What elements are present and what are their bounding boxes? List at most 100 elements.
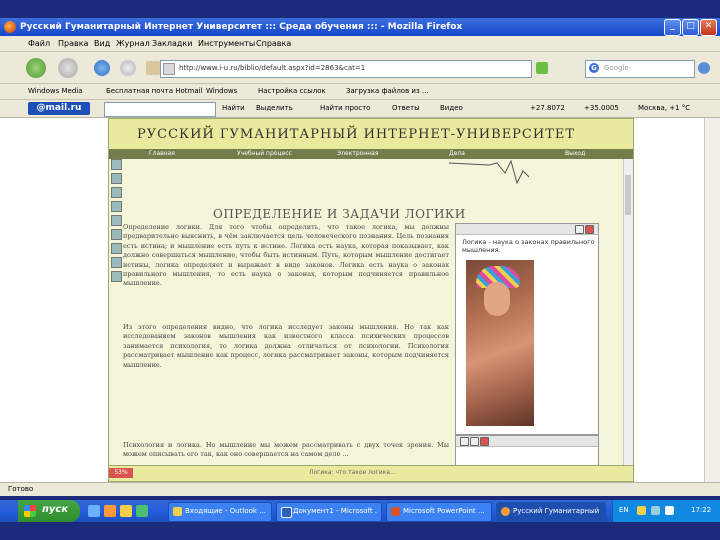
taskbar-button-outlook[interactable]: Входящие - Outlook ... (168, 502, 272, 522)
back-arrow-icon[interactable] (26, 58, 46, 78)
speaker-icon[interactable] (665, 506, 674, 515)
face-shape (484, 282, 510, 316)
mailru-toolbar-item[interactable]: Видео (440, 104, 463, 112)
note-panel-toolbar (456, 436, 598, 447)
menu-bookmarks[interactable]: Закладки (152, 39, 192, 48)
close-icon[interactable] (480, 437, 489, 446)
word-icon (281, 507, 292, 518)
menu-help[interactable]: Справка (256, 39, 291, 48)
search-input[interactable]: G Google (585, 60, 695, 78)
page-scrollbar[interactable] (623, 159, 633, 465)
tool-icon[interactable] (111, 215, 122, 226)
google-icon: G (589, 63, 599, 73)
tool-icon[interactable] (111, 271, 122, 282)
taskbar-button-word[interactable]: Документ1 - Microsoft ... (276, 502, 382, 522)
window-title-bar[interactable]: Русский Гуманитарный Интернет Университе… (0, 18, 720, 36)
browser-scrollbar[interactable] (704, 118, 720, 482)
tool-icon[interactable] (111, 173, 122, 184)
menu-file[interactable]: Файл (28, 39, 50, 48)
university-header: РУССКИЙ ГУМАНИТАРНЫЙ ИНТЕРНЕТ-УНИВЕРСИТЕ… (109, 119, 633, 149)
note-panel (455, 435, 599, 467)
scroll-thumb[interactable] (625, 175, 631, 215)
close-icon[interactable] (585, 225, 594, 234)
menu-view[interactable]: Вид (94, 39, 110, 48)
home-icon[interactable] (146, 61, 160, 75)
menu-edit[interactable]: Правка (58, 39, 88, 48)
address-url: http://www.i-u.ru/biblio/default.aspx?id… (179, 64, 366, 72)
document-title: ОПРЕДЕЛЕНИЕ И ЗАДАЧИ ЛОГИКИ (213, 207, 466, 221)
tray-icon[interactable] (651, 506, 660, 515)
system-tray: EN 17:22 (612, 500, 720, 522)
mailru-logo[interactable]: @mail.ru (28, 102, 90, 115)
bookmark-item[interactable]: Настройка ссылок (258, 87, 326, 95)
bookmark-item[interactable]: Бесплатная почта Hotmail (106, 87, 203, 95)
site-nav-link[interactable]: Главная (149, 150, 175, 157)
mailru-toolbar-item[interactable]: +35.0005 (584, 104, 619, 112)
mailru-toolbar-item[interactable]: +27.8072 (530, 104, 565, 112)
tool-icon[interactable] (111, 257, 122, 268)
quicklaunch-desktop-icon[interactable] (88, 505, 100, 517)
minimize-button[interactable]: _ (664, 19, 681, 36)
text-paragraph: Из этого определения видно, что логика и… (123, 323, 449, 369)
edit-icon[interactable] (460, 437, 469, 446)
note-panel-toolbar (456, 224, 598, 235)
language-indicator[interactable]: EN (619, 506, 629, 514)
mailru-toolbar-item[interactable]: Ответы (392, 104, 420, 112)
menu-tools[interactable]: Инструменты (198, 39, 255, 48)
mailru-toolbar: @mail.ru Найти Выделить Найти просто Отв… (0, 100, 720, 118)
mailru-toolbar-item[interactable]: Выделить (256, 104, 293, 112)
taskbar: пуск Входящие - Outlook ... Документ1 - … (0, 500, 720, 522)
status-bar: Готово (0, 482, 720, 496)
site-nav-link[interactable]: Электронная (337, 150, 378, 157)
mailru-toolbar-item[interactable]: Найти просто (320, 104, 370, 112)
address-bar[interactable]: http://www.i-u.ru/biblio/default.aspx?id… (160, 60, 532, 78)
status-text: Готово (8, 485, 34, 493)
settings-icon[interactable] (470, 437, 479, 446)
mailru-search-input[interactable] (104, 102, 216, 117)
bookmark-item[interactable]: Загрузка файлов из ... (346, 87, 429, 95)
go-arrow-icon[interactable] (536, 62, 548, 74)
tool-icon[interactable] (111, 243, 122, 254)
page-favicon-icon (163, 63, 175, 75)
quicklaunch-outlook-icon[interactable] (120, 505, 132, 517)
window-title: Русский Гуманитарный Интернет Университе… (20, 22, 463, 32)
tool-icon[interactable] (111, 159, 122, 170)
site-nav-link[interactable]: Учебный процесс (237, 150, 292, 157)
bookmark-item[interactable]: Windows Media (28, 87, 83, 95)
reload-icon[interactable] (94, 60, 110, 76)
mailru-find-button[interactable]: Найти (222, 104, 245, 112)
taskbar-button-powerpoint[interactable]: Microsoft PowerPoint ... (386, 502, 492, 522)
decorative-line-graphic (449, 159, 529, 185)
tool-icon[interactable] (111, 201, 122, 212)
close-button[interactable]: ✕ (700, 19, 717, 36)
edit-icon[interactable] (575, 225, 584, 234)
maximize-button[interactable]: □ (682, 19, 699, 36)
tool-icon[interactable] (111, 187, 122, 198)
navigation-toolbar: http://www.i-u.ru/biblio/default.aspx?id… (0, 52, 720, 84)
text-paragraph: Определение логики. Для того чтобы опред… (123, 223, 449, 288)
windows-logo-icon (24, 505, 36, 517)
university-name: РУССКИЙ ГУМАНИТАРНЫЙ ИНТЕРНЕТ-УНИВЕРСИТЕ… (137, 127, 576, 142)
start-button[interactable]: пуск (18, 500, 80, 522)
menu-bar: Файл Правка Вид Журнал Закладки Инструме… (0, 36, 720, 52)
firefox-icon (501, 507, 510, 516)
tray-icon[interactable] (637, 506, 646, 515)
quicklaunch-media-icon[interactable] (136, 505, 148, 517)
outlook-icon (173, 507, 182, 516)
note-caption: Логика - наука о законах правильного мыш… (462, 238, 595, 254)
search-go-icon[interactable] (698, 62, 710, 74)
taskbar-button-firefox[interactable]: Русский Гуманитарный ... (496, 502, 606, 522)
bookmark-item[interactable]: Windows (206, 87, 237, 95)
tool-icon[interactable] (111, 229, 122, 240)
quicklaunch-firefox-icon[interactable] (104, 505, 116, 517)
forward-arrow-icon[interactable] (58, 58, 78, 78)
browser-content: РУССКИЙ ГУМАНИТАРНЫЙ ИНТЕРНЕТ-УНИВЕРСИТЕ… (0, 118, 720, 482)
menu-history[interactable]: Журнал (116, 39, 150, 48)
footer-text: Логика: что такое логика... (309, 469, 396, 476)
site-nav-link[interactable]: Выход (565, 150, 585, 157)
site-nav: Главная Учебный процесс Электронная Дела… (109, 149, 633, 159)
site-nav-link[interactable]: Дела (449, 150, 465, 157)
stop-icon[interactable] (120, 60, 136, 76)
bookmarks-toolbar: Windows Media Бесплатная почта Hotmail W… (0, 84, 720, 100)
mailru-toolbar-item[interactable]: Москва, +1 °С (638, 104, 690, 112)
